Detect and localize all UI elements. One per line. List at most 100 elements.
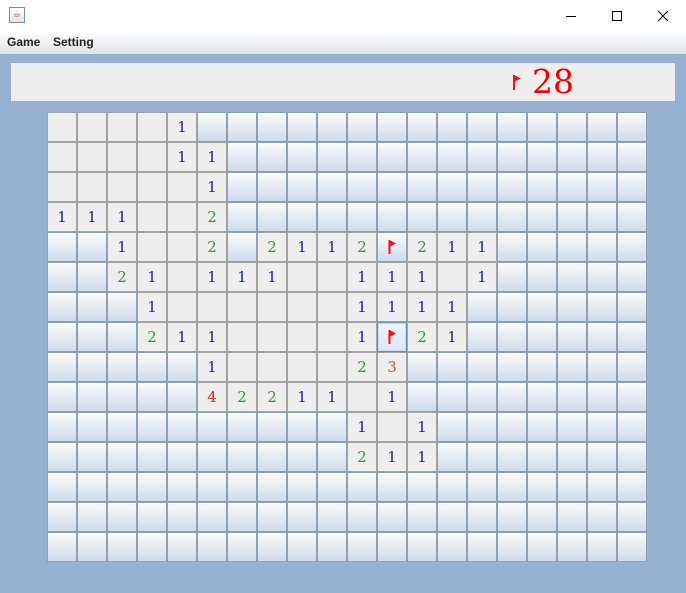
covered-tile[interactable] bbox=[557, 322, 587, 352]
number-tile[interactable]: 1 bbox=[317, 382, 347, 412]
covered-tile[interactable] bbox=[107, 352, 137, 382]
covered-tile[interactable] bbox=[287, 502, 317, 532]
minimize-button[interactable] bbox=[548, 0, 594, 31]
covered-tile[interactable] bbox=[437, 532, 467, 562]
covered-tile[interactable] bbox=[527, 352, 557, 382]
number-tile[interactable]: 1 bbox=[287, 232, 317, 262]
opened-tile[interactable] bbox=[257, 352, 287, 382]
covered-tile[interactable] bbox=[347, 502, 377, 532]
covered-tile[interactable] bbox=[227, 532, 257, 562]
covered-tile[interactable] bbox=[587, 442, 617, 472]
covered-tile[interactable] bbox=[467, 412, 497, 442]
covered-tile[interactable] bbox=[47, 382, 77, 412]
number-tile[interactable]: 1 bbox=[407, 442, 437, 472]
number-tile[interactable]: 1 bbox=[377, 262, 407, 292]
covered-tile[interactable] bbox=[227, 112, 257, 142]
opened-tile[interactable] bbox=[137, 172, 167, 202]
covered-tile[interactable] bbox=[467, 292, 497, 322]
opened-tile[interactable] bbox=[167, 232, 197, 262]
covered-tile[interactable] bbox=[587, 112, 617, 142]
covered-tile[interactable] bbox=[617, 292, 647, 322]
covered-tile[interactable] bbox=[557, 262, 587, 292]
covered-tile[interactable] bbox=[257, 142, 287, 172]
covered-tile[interactable] bbox=[527, 232, 557, 262]
covered-tile[interactable] bbox=[47, 232, 77, 262]
covered-tile[interactable] bbox=[377, 142, 407, 172]
covered-tile[interactable] bbox=[77, 502, 107, 532]
covered-tile[interactable] bbox=[107, 532, 137, 562]
covered-tile[interactable] bbox=[617, 352, 647, 382]
covered-tile[interactable] bbox=[77, 472, 107, 502]
covered-tile[interactable] bbox=[317, 112, 347, 142]
covered-tile[interactable] bbox=[407, 382, 437, 412]
opened-tile[interactable] bbox=[227, 292, 257, 322]
opened-tile[interactable] bbox=[167, 202, 197, 232]
covered-tile[interactable] bbox=[317, 202, 347, 232]
number-tile[interactable]: 1 bbox=[167, 322, 197, 352]
covered-tile[interactable] bbox=[47, 472, 77, 502]
number-tile[interactable]: 1 bbox=[407, 292, 437, 322]
covered-tile[interactable] bbox=[527, 412, 557, 442]
number-tile[interactable]: 1 bbox=[197, 322, 227, 352]
covered-tile[interactable] bbox=[257, 172, 287, 202]
covered-tile[interactable] bbox=[467, 202, 497, 232]
opened-tile[interactable] bbox=[347, 382, 377, 412]
covered-tile[interactable] bbox=[47, 292, 77, 322]
covered-tile[interactable] bbox=[227, 472, 257, 502]
opened-tile[interactable] bbox=[167, 292, 197, 322]
covered-tile[interactable] bbox=[587, 412, 617, 442]
covered-tile[interactable] bbox=[257, 412, 287, 442]
number-tile[interactable]: 1 bbox=[107, 202, 137, 232]
covered-tile[interactable] bbox=[167, 382, 197, 412]
opened-tile[interactable] bbox=[317, 322, 347, 352]
covered-tile[interactable] bbox=[107, 472, 137, 502]
covered-tile[interactable] bbox=[287, 172, 317, 202]
number-tile[interactable]: 2 bbox=[407, 232, 437, 262]
covered-tile[interactable] bbox=[587, 532, 617, 562]
number-tile[interactable]: 2 bbox=[347, 352, 377, 382]
covered-tile[interactable] bbox=[437, 382, 467, 412]
covered-tile[interactable] bbox=[257, 112, 287, 142]
number-tile[interactable]: 1 bbox=[347, 412, 377, 442]
covered-tile[interactable] bbox=[527, 322, 557, 352]
opened-tile[interactable] bbox=[287, 262, 317, 292]
covered-tile[interactable] bbox=[227, 232, 257, 262]
covered-tile[interactable] bbox=[617, 262, 647, 292]
covered-tile[interactable] bbox=[497, 442, 527, 472]
covered-tile[interactable] bbox=[437, 502, 467, 532]
covered-tile[interactable] bbox=[407, 502, 437, 532]
number-tile[interactable]: 1 bbox=[347, 262, 377, 292]
covered-tile[interactable] bbox=[617, 532, 647, 562]
covered-tile[interactable] bbox=[587, 472, 617, 502]
number-tile[interactable]: 2 bbox=[407, 322, 437, 352]
opened-tile[interactable] bbox=[137, 112, 167, 142]
covered-tile[interactable] bbox=[47, 442, 77, 472]
number-tile[interactable]: 2 bbox=[107, 262, 137, 292]
opened-tile[interactable] bbox=[107, 112, 137, 142]
covered-tile[interactable] bbox=[317, 142, 347, 172]
opened-tile[interactable] bbox=[77, 112, 107, 142]
opened-tile[interactable] bbox=[107, 142, 137, 172]
java-coffee-cup-icon[interactable]: ☕ bbox=[9, 7, 25, 23]
covered-tile[interactable] bbox=[617, 442, 647, 472]
covered-tile[interactable] bbox=[317, 172, 347, 202]
opened-tile[interactable] bbox=[77, 172, 107, 202]
covered-tile[interactable] bbox=[347, 142, 377, 172]
covered-tile[interactable] bbox=[617, 142, 647, 172]
covered-tile[interactable] bbox=[527, 532, 557, 562]
covered-tile[interactable] bbox=[317, 502, 347, 532]
covered-tile[interactable] bbox=[197, 532, 227, 562]
covered-tile[interactable] bbox=[227, 172, 257, 202]
covered-tile[interactable] bbox=[47, 322, 77, 352]
covered-tile[interactable] bbox=[527, 202, 557, 232]
number-tile[interactable]: 1 bbox=[137, 262, 167, 292]
covered-tile[interactable] bbox=[287, 202, 317, 232]
covered-tile[interactable] bbox=[497, 502, 527, 532]
number-tile[interactable]: 2 bbox=[197, 232, 227, 262]
covered-tile[interactable] bbox=[377, 202, 407, 232]
number-tile[interactable]: 1 bbox=[137, 292, 167, 322]
covered-tile[interactable] bbox=[407, 352, 437, 382]
close-button[interactable] bbox=[640, 0, 686, 31]
covered-tile[interactable] bbox=[167, 352, 197, 382]
covered-tile[interactable] bbox=[107, 292, 137, 322]
